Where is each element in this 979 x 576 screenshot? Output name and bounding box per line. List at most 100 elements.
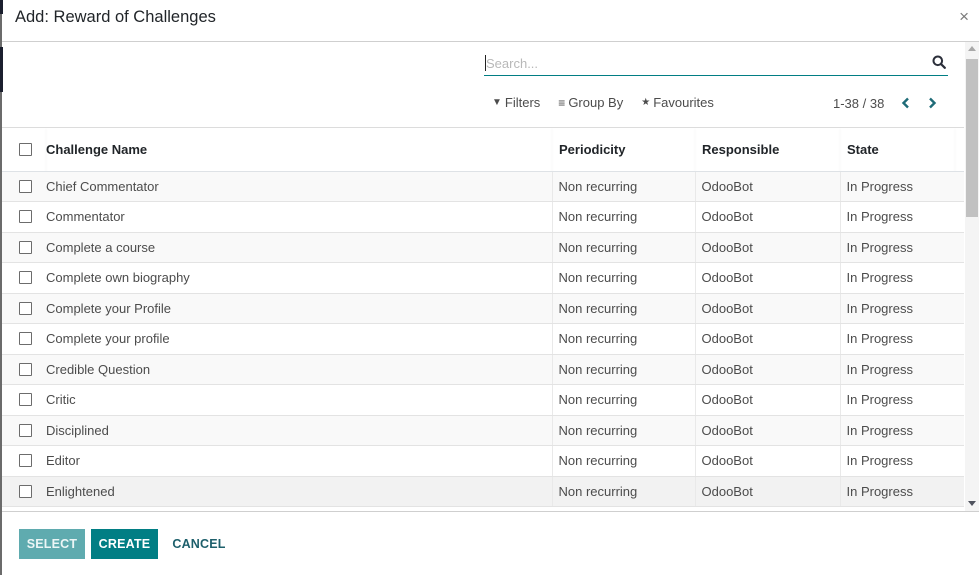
cell-responsible[interactable]: OdooBot bbox=[694, 354, 840, 385]
row-checkbox[interactable] bbox=[19, 423, 32, 437]
cell-empty bbox=[955, 415, 964, 446]
cell-periodicity[interactable]: Non recurring bbox=[551, 384, 695, 416]
row-checkbox[interactable] bbox=[19, 301, 32, 315]
row-checkbox[interactable] bbox=[19, 393, 32, 407]
row-checkbox[interactable] bbox=[19, 484, 32, 498]
close-icon[interactable]: × bbox=[959, 7, 969, 27]
column-header-responsible[interactable]: Responsible bbox=[695, 128, 840, 172]
cell-periodicity[interactable]: Non recurring bbox=[551, 171, 695, 202]
cell-challenge-name[interactable]: Chief Commentator bbox=[46, 171, 552, 202]
chevron-right-icon[interactable] bbox=[924, 95, 940, 111]
column-header-periodicity[interactable]: Periodicity bbox=[552, 128, 695, 172]
cell-responsible[interactable]: OdooBot bbox=[694, 415, 840, 446]
row-checkbox[interactable] bbox=[19, 240, 32, 254]
search-icon[interactable] bbox=[932, 55, 948, 71]
scroll-up-arrow[interactable] bbox=[968, 46, 976, 51]
cell-periodicity[interactable]: Non recurring bbox=[551, 232, 695, 263]
cell-periodicity[interactable]: Non recurring bbox=[551, 415, 695, 446]
cell-responsible[interactable]: OdooBot bbox=[694, 201, 840, 233]
search-box[interactable] bbox=[484, 52, 948, 76]
row-checkbox[interactable] bbox=[19, 179, 32, 193]
scroll-thumb[interactable] bbox=[966, 59, 978, 217]
cell-state[interactable]: In Progress bbox=[839, 262, 955, 294]
groupby-dropdown[interactable]: ≡ Group By bbox=[558, 95, 623, 110]
row-checkbox[interactable] bbox=[19, 271, 32, 285]
row-checkbox[interactable] bbox=[19, 454, 32, 468]
groupby-label: Group By bbox=[568, 95, 624, 110]
dialog-footer: SELECT CREATE CANCEL bbox=[2, 511, 979, 576]
pager-value[interactable]: 1-38 / 38 bbox=[833, 96, 884, 111]
chevron-left-icon[interactable] bbox=[898, 95, 914, 111]
cell-responsible[interactable]: OdooBot bbox=[694, 232, 840, 263]
cell-challenge-name[interactable]: Enlightened bbox=[46, 476, 552, 507]
cell-responsible[interactable]: OdooBot bbox=[694, 171, 840, 202]
cell-state[interactable]: In Progress bbox=[839, 445, 955, 477]
cell-challenge-name[interactable]: Complete own biography bbox=[46, 262, 552, 294]
cell-state[interactable]: In Progress bbox=[839, 415, 955, 446]
table-row[interactable]: Enlightened Non recurring OdooBot In Progre… bbox=[2, 476, 964, 507]
cell-challenge-name[interactable]: Editor bbox=[46, 445, 552, 477]
select-button[interactable]: SELECT bbox=[19, 529, 85, 559]
search-input[interactable] bbox=[484, 52, 916, 74]
table-row[interactable]: Critic Non recurring OdooBot In Progress bbox=[2, 384, 964, 416]
row-checkbox[interactable] bbox=[19, 332, 32, 346]
row-select-cell bbox=[2, 293, 46, 324]
challenges-table: Challenge Name Periodicity Responsible S… bbox=[2, 128, 964, 507]
select-all-cell bbox=[2, 128, 46, 172]
select-all-checkbox[interactable] bbox=[19, 142, 32, 156]
cell-periodicity[interactable]: Non recurring bbox=[551, 445, 695, 477]
scrollbar[interactable] bbox=[965, 42, 979, 512]
cell-responsible[interactable]: OdooBot bbox=[694, 476, 840, 507]
cell-responsible[interactable]: OdooBot bbox=[694, 445, 840, 477]
cell-state[interactable]: In Progress bbox=[839, 171, 955, 202]
cell-responsible[interactable]: OdooBot bbox=[694, 384, 840, 416]
cell-periodicity[interactable]: Non recurring bbox=[551, 354, 695, 385]
cell-periodicity[interactable]: Non recurring bbox=[551, 323, 695, 355]
table-row[interactable]: Chief Commentator Non recurring OdooBot In … bbox=[2, 171, 964, 202]
column-header-challenge-name[interactable]: Challenge Name bbox=[46, 128, 552, 172]
cell-challenge-name[interactable]: Commentator bbox=[46, 201, 552, 233]
cell-empty bbox=[955, 323, 964, 355]
cell-state[interactable]: In Progress bbox=[839, 323, 955, 355]
cell-empty bbox=[955, 201, 964, 233]
column-header-state[interactable]: State bbox=[840, 128, 955, 172]
row-checkbox[interactable] bbox=[19, 210, 32, 224]
cell-periodicity[interactable]: Non recurring bbox=[551, 293, 695, 324]
table-row[interactable]: Complete a course Non recurring OdooBot In … bbox=[2, 232, 964, 263]
table-row[interactable]: Complete own biography Non recurring OdooB… bbox=[2, 262, 964, 294]
table-row[interactable]: Disciplined Non recurring OdooBot In Progre… bbox=[2, 415, 964, 446]
cell-challenge-name[interactable]: Critic bbox=[46, 384, 552, 416]
cancel-button[interactable]: CANCEL bbox=[168, 529, 230, 559]
filters-dropdown[interactable]: ▼ Filters bbox=[492, 95, 540, 110]
table-header-row: Challenge Name Periodicity Responsible S… bbox=[2, 128, 964, 172]
scroll-down-arrow[interactable] bbox=[968, 501, 976, 506]
cell-responsible[interactable]: OdooBot bbox=[694, 293, 840, 324]
table-row[interactable]: Commentator Non recurring OdooBot In Progre… bbox=[2, 201, 964, 233]
table-row[interactable]: Editor Non recurring OdooBot In Progress bbox=[2, 445, 964, 477]
cell-state[interactable]: In Progress bbox=[839, 384, 955, 416]
create-button[interactable]: CREATE bbox=[91, 529, 158, 559]
cell-periodicity[interactable]: Non recurring bbox=[551, 476, 695, 507]
optional-columns-icon[interactable]: ⋮ bbox=[955, 128, 964, 172]
cell-challenge-name[interactable]: Disciplined bbox=[46, 415, 552, 446]
cell-state[interactable]: In Progress bbox=[839, 476, 955, 507]
cell-responsible[interactable]: OdooBot bbox=[694, 323, 840, 355]
row-select-cell bbox=[2, 445, 46, 477]
cell-periodicity[interactable]: Non recurring bbox=[551, 262, 695, 294]
cell-state[interactable]: In Progress bbox=[839, 201, 955, 233]
cell-responsible[interactable]: OdooBot bbox=[694, 262, 840, 294]
cell-state[interactable]: In Progress bbox=[839, 232, 955, 263]
cell-challenge-name[interactable]: Credible Question bbox=[46, 354, 552, 385]
cell-challenge-name[interactable]: Complete a course bbox=[46, 232, 552, 263]
cell-periodicity[interactable]: Non recurring bbox=[551, 201, 695, 233]
cell-state[interactable]: In Progress bbox=[839, 293, 955, 324]
cell-challenge-name[interactable]: Complete your Profile bbox=[46, 293, 552, 324]
table-row[interactable]: Complete your profile Non recurring OdooBo… bbox=[2, 323, 964, 355]
cell-challenge-name[interactable]: Complete your profile bbox=[46, 323, 552, 355]
table-row[interactable]: Credible Question Non recurring OdooBot In … bbox=[2, 354, 964, 385]
favourites-dropdown[interactable]: ★ Favourites bbox=[641, 95, 714, 110]
cell-empty bbox=[955, 445, 964, 477]
row-checkbox[interactable] bbox=[19, 362, 32, 376]
table-row[interactable]: Complete your Profile Non recurring OdooBo… bbox=[2, 293, 964, 324]
cell-state[interactable]: In Progress bbox=[839, 354, 955, 385]
